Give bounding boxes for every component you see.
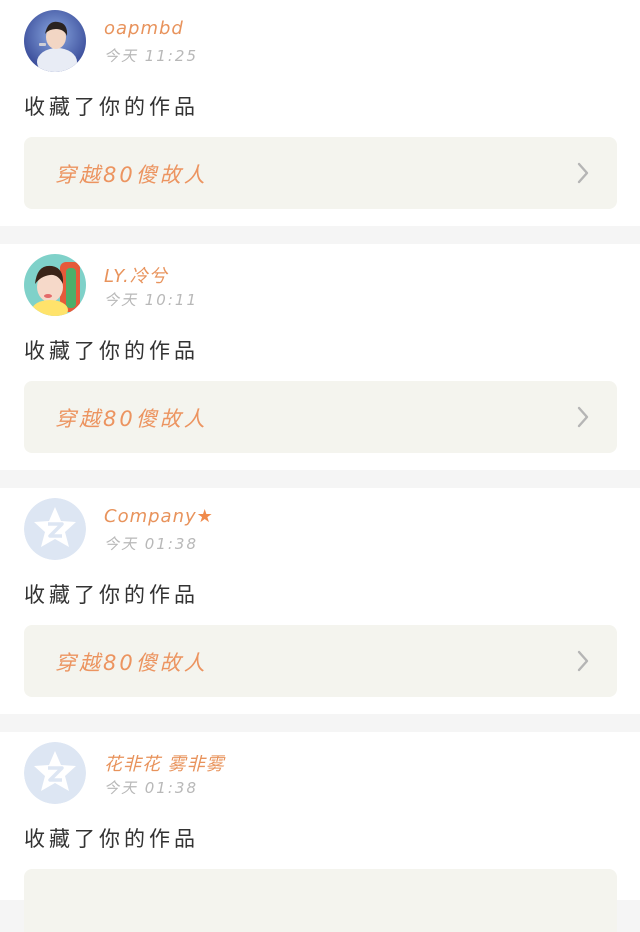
action-text: 收藏了你的作品: [24, 583, 199, 607]
user-photo-icon: [24, 254, 86, 316]
action-text: 收藏了你的作品: [24, 95, 199, 119]
username[interactable]: Company★: [104, 506, 214, 527]
work-link[interactable]: 穿越80傻故人: [24, 381, 617, 453]
work-link[interactable]: [24, 869, 617, 932]
default-avatar-icon: [24, 498, 86, 560]
avatar[interactable]: [24, 742, 86, 804]
chevron-right-icon: [577, 406, 589, 428]
avatar[interactable]: [24, 10, 86, 72]
chevron-right-icon: [577, 650, 589, 672]
timestamp: 今天 01:38: [104, 779, 198, 797]
timestamp: 今天 11:25: [104, 47, 198, 65]
notification-card: oapmbd 今天 11:25 收藏了你的作品 穿越80傻故人: [0, 0, 640, 226]
work-link[interactable]: 穿越80傻故人: [24, 137, 617, 209]
action-text: 收藏了你的作品: [24, 827, 199, 851]
username[interactable]: oapmbd: [104, 18, 184, 39]
work-title: 穿越80傻故人: [55, 407, 208, 431]
action-text: 收藏了你的作品: [24, 339, 199, 363]
timestamp: 今天 10:11: [104, 291, 198, 309]
avatar[interactable]: [24, 498, 86, 560]
username[interactable]: LY.冷兮: [104, 262, 168, 288]
notification-card: 花非花 雾非雾 今天 01:38 收藏了你的作品: [0, 732, 640, 932]
work-title: 穿越80傻故人: [55, 163, 208, 187]
notification-feed: oapmbd 今天 11:25 收藏了你的作品 穿越80傻故人 LY.冷兮 今天…: [0, 0, 640, 932]
work-link[interactable]: 穿越80傻故人: [24, 625, 617, 697]
chevron-right-icon: [577, 162, 589, 184]
work-title: 穿越80傻故人: [55, 651, 208, 675]
notification-card: Company★ 今天 01:38 收藏了你的作品 穿越80傻故人: [0, 488, 640, 714]
star-icon: ★: [196, 506, 214, 527]
username[interactable]: 花非花 雾非雾: [104, 750, 225, 776]
username-text: Company: [104, 506, 197, 527]
default-avatar-icon: [24, 742, 86, 804]
avatar[interactable]: [24, 254, 86, 316]
timestamp: 今天 01:38: [104, 535, 198, 553]
notification-card: LY.冷兮 今天 10:11 收藏了你的作品 穿越80傻故人: [0, 244, 640, 470]
user-photo-icon: [24, 10, 86, 72]
